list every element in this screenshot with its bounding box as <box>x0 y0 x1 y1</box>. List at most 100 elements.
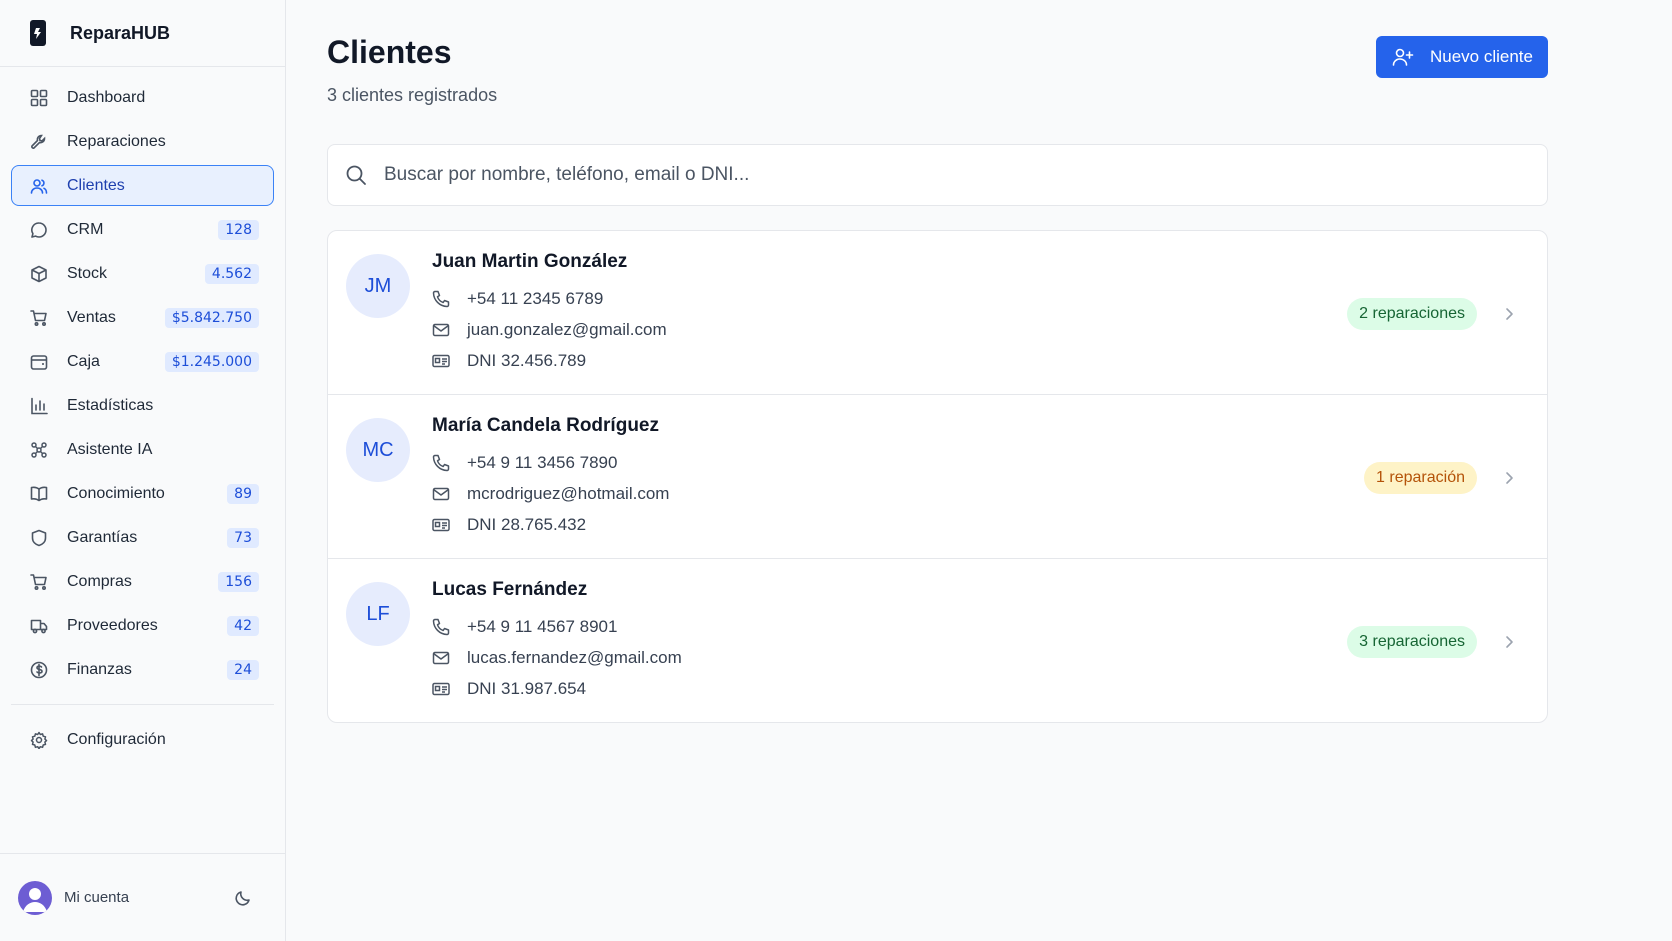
mail-icon <box>432 321 452 339</box>
client-row[interactable]: LF Lucas Fernández +54 9 11 4567 8901 lu… <box>328 559 1547 722</box>
brand-name: ReparaHUB <box>70 22 171 43</box>
brand[interactable]: ReparaHUB <box>0 0 285 67</box>
client-initials-avatar: LF <box>346 582 410 646</box>
sidebar-item-label: Ventas <box>67 308 116 326</box>
nav-divider <box>11 704 274 705</box>
chat-bubble-icon <box>29 220 49 240</box>
client-row[interactable]: MC María Candela Rodríguez +54 9 11 3456… <box>328 395 1547 559</box>
main-nav: Dashboard Reparaciones Clientes CRM 128 … <box>0 67 285 690</box>
phone-icon <box>432 290 452 308</box>
book-open-icon <box>29 484 49 504</box>
client-dni-line: DNI 32.456.789 <box>432 345 1347 376</box>
shopping-cart-icon <box>29 308 49 328</box>
shopping-cart-icon <box>29 572 49 592</box>
count-badge: 24 <box>227 659 259 680</box>
page-title: Clientes <box>327 34 452 70</box>
client-email-line: juan.gonzalez@gmail.com <box>432 314 1347 345</box>
amount-badge: $1.245.000 <box>164 351 259 372</box>
sidebar-item-stock[interactable]: Stock 4.562 <box>11 253 274 294</box>
repairs-count-badge: 2 reparaciones <box>1347 297 1477 330</box>
client-dni: DNI 31.987.654 <box>467 678 587 698</box>
client-phone-line: +54 9 11 4567 8901 <box>432 611 1347 642</box>
amount-badge: $5.842.750 <box>164 307 259 328</box>
sidebar-item-configuracion[interactable]: Configuración <box>11 719 274 760</box>
sidebar-item-label: CRM <box>67 220 104 238</box>
sidebar-item-proveedores[interactable]: Proveedores 42 <box>11 605 274 646</box>
sidebar-item-ventas[interactable]: Ventas $5.842.750 <box>11 297 274 338</box>
search-icon <box>345 164 367 186</box>
client-info: Juan Martin González +54 11 2345 6789 ju… <box>432 251 1347 376</box>
sidebar-item-label: Caja <box>67 352 100 370</box>
sidebar-item-label: Compras <box>67 572 132 590</box>
coin-icon <box>29 660 49 680</box>
count-badge: 156 <box>218 571 259 592</box>
my-account-link[interactable]: Mi cuenta <box>64 889 231 906</box>
sidebar-item-clientes[interactable]: Clientes <box>11 165 274 206</box>
client-phone: +54 9 11 4567 8901 <box>467 616 618 636</box>
id-card-icon <box>432 680 452 698</box>
sidebar-item-label: Asistente IA <box>67 440 153 458</box>
client-name: María Candela Rodríguez <box>432 415 659 436</box>
sidebar-item-label: Dashboard <box>67 88 146 106</box>
phone-icon <box>432 618 452 636</box>
repairs-count-badge: 1 reparación <box>1364 461 1477 494</box>
search-input[interactable] <box>384 164 1530 186</box>
client-phone-line: +54 11 2345 6789 <box>432 283 1347 314</box>
sidebar-item-conocimiento[interactable]: Conocimiento 89 <box>11 473 274 514</box>
moon-icon[interactable] <box>231 886 255 910</box>
truck-icon <box>29 616 49 636</box>
client-name: Juan Martin González <box>432 251 628 272</box>
count-badge: 128 <box>218 219 259 240</box>
client-email: lucas.fernandez@gmail.com <box>467 647 682 667</box>
sidebar-item-compras[interactable]: Compras 156 <box>11 561 274 602</box>
clients-list: JM Juan Martin González +54 11 2345 6789… <box>327 230 1548 723</box>
id-card-icon <box>432 352 452 370</box>
count-badge: 73 <box>227 527 259 548</box>
client-dni-line: DNI 31.987.654 <box>432 673 1347 704</box>
sidebar-item-label: Finanzas <box>67 660 132 678</box>
sidebar: ReparaHUB Dashboard Reparaciones Cliente… <box>0 0 286 941</box>
page-header: Clientes 3 clientes registrados Nuevo cl… <box>327 34 1548 106</box>
sidebar-item-reparaciones[interactable]: Reparaciones <box>11 121 274 162</box>
sidebar-item-garantias[interactable]: Garantías 73 <box>11 517 274 558</box>
search-bar <box>327 144 1548 206</box>
sidebar-item-crm[interactable]: CRM 128 <box>11 209 274 250</box>
main-content: Clientes 3 clientes registrados Nuevo cl… <box>286 0 1672 941</box>
client-initials-avatar: JM <box>346 254 410 318</box>
client-name: Lucas Fernández <box>432 579 588 600</box>
clients-count-subtitle: 3 clientes registrados <box>327 85 498 105</box>
client-phone: +54 11 2345 6789 <box>467 288 604 308</box>
chevron-right-icon[interactable] <box>1501 306 1521 322</box>
phone-wrench-logo-icon <box>28 19 48 47</box>
wallet-icon <box>29 352 49 372</box>
bar-chart-icon <box>29 396 49 416</box>
chevron-right-icon[interactable] <box>1501 470 1521 486</box>
sidebar-item-label: Garantías <box>67 528 138 546</box>
sidebar-item-dashboard[interactable]: Dashboard <box>11 77 274 118</box>
gear-icon <box>29 730 49 750</box>
client-email-line: lucas.fernandez@gmail.com <box>432 642 1347 673</box>
box-icon <box>29 264 49 284</box>
client-info: Lucas Fernández +54 9 11 4567 8901 lucas… <box>432 579 1347 704</box>
client-row[interactable]: JM Juan Martin González +54 11 2345 6789… <box>328 231 1547 395</box>
ai-network-icon <box>29 440 49 460</box>
chevron-right-icon[interactable] <box>1501 634 1521 650</box>
id-card-icon <box>432 516 452 534</box>
count-badge: 4.562 <box>204 263 259 284</box>
new-client-button[interactable]: Nuevo cliente <box>1375 36 1548 78</box>
grid-icon <box>29 88 49 108</box>
avatar[interactable] <box>18 880 52 915</box>
sidebar-item-caja[interactable]: Caja $1.245.000 <box>11 341 274 382</box>
account-footer: Mi cuenta <box>0 853 285 941</box>
client-phone: +54 9 11 3456 7890 <box>467 452 618 472</box>
client-email: juan.gonzalez@gmail.com <box>467 319 667 339</box>
client-email: mcrodriguez@hotmail.com <box>467 483 670 503</box>
sidebar-item-estadisticas[interactable]: Estadísticas <box>11 385 274 426</box>
new-client-button-label: Nuevo cliente <box>1429 47 1533 66</box>
sidebar-item-asistente-ia[interactable]: Asistente IA <box>11 429 274 470</box>
sidebar-item-finanzas[interactable]: Finanzas 24 <box>11 649 274 690</box>
sidebar-item-label: Clientes <box>67 176 125 194</box>
client-initials-avatar: MC <box>346 418 410 482</box>
sidebar-item-label: Conocimiento <box>67 484 165 502</box>
repairs-count-badge: 3 reparaciones <box>1347 625 1477 658</box>
